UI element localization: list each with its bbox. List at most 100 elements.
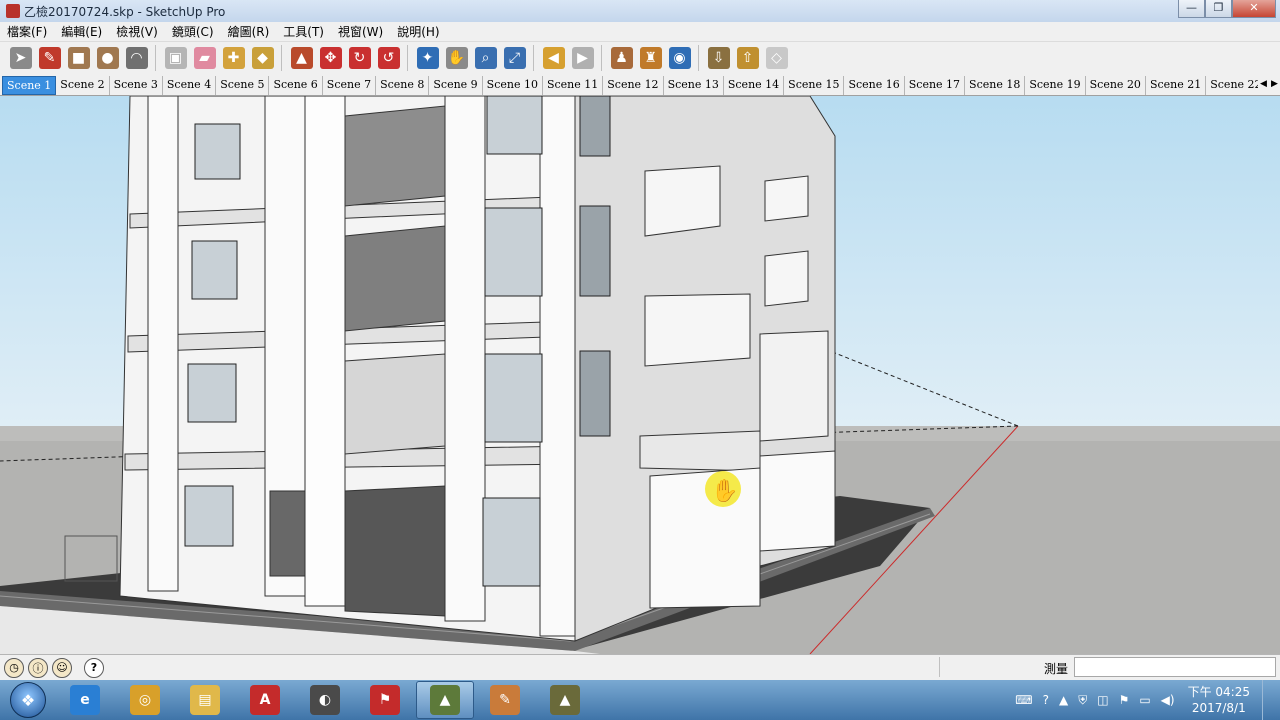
scene-tab[interactable]: Scene 18: [965, 76, 1026, 95]
look-around-tool[interactable]: ◉: [665, 44, 694, 72]
next-view-tool[interactable]: ▶: [568, 44, 597, 72]
taskbar-sketchup-app[interactable]: ▲: [416, 681, 474, 719]
push-pull-tool[interactable]: ▲: [287, 44, 316, 72]
menu-window[interactable]: 視窗(W): [331, 23, 390, 40]
pencil-icon: ✎: [38, 47, 61, 69]
scroll-left-icon[interactable]: ◀: [1258, 74, 1269, 95]
zoom-extents-tool[interactable]: ⤢: [500, 44, 529, 72]
walk-tool[interactable]: ♜: [636, 44, 665, 72]
show-desktop-button[interactable]: [1262, 680, 1274, 720]
scene-tab[interactable]: Scene 20: [1086, 76, 1146, 95]
clock-date: 2017/8/1: [1191, 701, 1246, 715]
arrow-icon: ➤: [9, 47, 32, 69]
previous-view-tool[interactable]: ◀: [539, 44, 568, 72]
scene-tab[interactable]: Scene 9: [429, 76, 483, 95]
help-tray-icon[interactable]: ?: [1043, 693, 1049, 707]
menu-draw[interactable]: 繪圖(R): [221, 23, 277, 40]
scene-tab[interactable]: Scene 19: [1025, 76, 1086, 95]
start-button[interactable]: ❖: [0, 680, 56, 720]
scene-tab[interactable]: Scene 5: [216, 76, 270, 95]
rotate-tool[interactable]: ↻: [345, 44, 374, 72]
shield-icon[interactable]: ⛨: [1078, 693, 1087, 708]
taskbar-internet-explorer[interactable]: e: [56, 681, 114, 719]
extension-tool[interactable]: ◇: [762, 44, 791, 72]
taskbar-style-builder[interactable]: ▲: [536, 681, 594, 719]
scene-tab[interactable]: Scene 11: [543, 76, 604, 95]
make-component-tool[interactable]: ▣: [161, 44, 190, 72]
restore-button[interactable]: ❐: [1205, 0, 1232, 18]
paint-bucket-tool[interactable]: ◆: [248, 44, 277, 72]
help-icon[interactable]: ?: [84, 657, 104, 678]
offset-tool[interactable]: ↺: [374, 44, 403, 72]
scene-tabs: Scene 1 Scene 2 Scene 3 Scene 4 Scene 5 Scene…: [0, 74, 1280, 96]
network-icon[interactable]: ◫: [1097, 693, 1108, 707]
eye-icon: ◉: [668, 47, 691, 69]
menu-tools[interactable]: 工具(T): [276, 23, 331, 40]
scene-tab[interactable]: Scene 3: [110, 76, 163, 95]
select-tool[interactable]: ➤: [6, 44, 35, 72]
scene-tab[interactable]: Scene 4: [163, 76, 217, 95]
pushpull-icon: ▲: [290, 47, 313, 69]
rectangle-icon: ■: [67, 47, 90, 69]
tab-scroll[interactable]: ◀ ▶: [1258, 74, 1280, 95]
scene-tab[interactable]: Scene 8: [376, 76, 430, 95]
taskbar-file-explorer[interactable]: ▤: [176, 681, 234, 719]
monitor-icon[interactable]: ▭: [1139, 693, 1150, 707]
menu-view[interactable]: 檢視(V): [109, 23, 165, 40]
orbit-tool[interactable]: ✦: [413, 44, 442, 72]
zoom-extents-icon: ⤢: [503, 47, 526, 69]
menu-edit[interactable]: 編輯(E): [54, 23, 109, 40]
menu-file[interactable]: 檔案(F): [0, 23, 54, 40]
rectangle-tool[interactable]: ■: [64, 44, 93, 72]
circle-tool[interactable]: ●: [93, 44, 122, 72]
get-models-tool[interactable]: ⇩: [704, 44, 733, 72]
taskbar-acrobat[interactable]: ⚑: [356, 681, 414, 719]
taskbar-layout-app[interactable]: ✎: [476, 681, 534, 719]
minimize-button[interactable]: —: [1178, 0, 1205, 18]
move-tool[interactable]: ✥: [316, 44, 345, 72]
taskbar-chrome[interactable]: ◎: [116, 681, 174, 719]
scene-tab[interactable]: Scene 17: [905, 76, 966, 95]
tray-expand-icon[interactable]: ▲: [1059, 693, 1068, 707]
taskbar-autocad[interactable]: A: [236, 681, 294, 719]
pan-tool[interactable]: ✋: [442, 44, 471, 72]
scene-tab[interactable]: Scene 15: [784, 76, 845, 95]
taskbar-media-app[interactable]: ◐: [296, 681, 354, 719]
acrobat-icon: ⚑: [370, 685, 400, 715]
circle-icon: ●: [96, 47, 119, 69]
measurements-label: 測量: [1043, 662, 1068, 676]
scene-tab[interactable]: Scene 1: [2, 76, 57, 95]
scene-tab[interactable]: Scene 21: [1146, 76, 1207, 95]
user-icon[interactable]: ☺: [52, 657, 72, 678]
scene-tab[interactable]: Scene 13: [664, 76, 724, 95]
building-model: ✋: [0, 96, 1280, 654]
menu-camera[interactable]: 鏡頭(C): [165, 23, 221, 40]
measurements-input[interactable]: [1074, 657, 1276, 677]
zoom-tool[interactable]: ⌕: [471, 44, 500, 72]
tape-measure-tool[interactable]: ✚: [219, 44, 248, 72]
scene-tab[interactable]: Scene 12: [603, 76, 664, 95]
line-tool[interactable]: ✎: [35, 44, 64, 72]
keyboard-icon[interactable]: ⌨: [1015, 693, 1032, 707]
scroll-right-icon[interactable]: ▶: [1269, 74, 1280, 95]
volume-icon[interactable]: ◀): [1161, 693, 1175, 707]
arc-tool[interactable]: ◠: [122, 44, 151, 72]
flag-icon[interactable]: ⚑: [1119, 693, 1130, 707]
eraser-icon: ▰: [193, 47, 216, 69]
eraser-tool[interactable]: ▰: [190, 44, 219, 72]
close-button[interactable]: ✕: [1232, 0, 1276, 18]
share-model-tool[interactable]: ⇧: [733, 44, 762, 72]
scene-tab[interactable]: Scene 10: [483, 76, 543, 95]
clock[interactable]: 下午 04:25 2017/8/1: [1188, 684, 1250, 716]
menu-help[interactable]: 說明(H): [390, 23, 446, 40]
credits-icon[interactable]: ⓘ: [28, 657, 48, 678]
position-camera-tool[interactable]: ♟: [607, 44, 636, 72]
scene-tab[interactable]: Scene 16: [844, 76, 905, 95]
windows-taskbar: ❖ e ◎ ▤ A ◐ ⚑ ▲ ✎ ▲ ⌨ ? ▲ ⛨ ◫ ⚑ ▭ ◀) 下午 04:25 20…: [0, 680, 1280, 720]
geo-location-icon[interactable]: ◷: [4, 657, 24, 678]
model-viewport[interactable]: ✋: [0, 96, 1280, 654]
scene-tab[interactable]: Scene 14: [724, 76, 785, 95]
scene-tab[interactable]: Scene 2: [56, 76, 110, 95]
scene-tab[interactable]: Scene 6: [269, 76, 323, 95]
scene-tab[interactable]: Scene 7: [323, 76, 377, 95]
